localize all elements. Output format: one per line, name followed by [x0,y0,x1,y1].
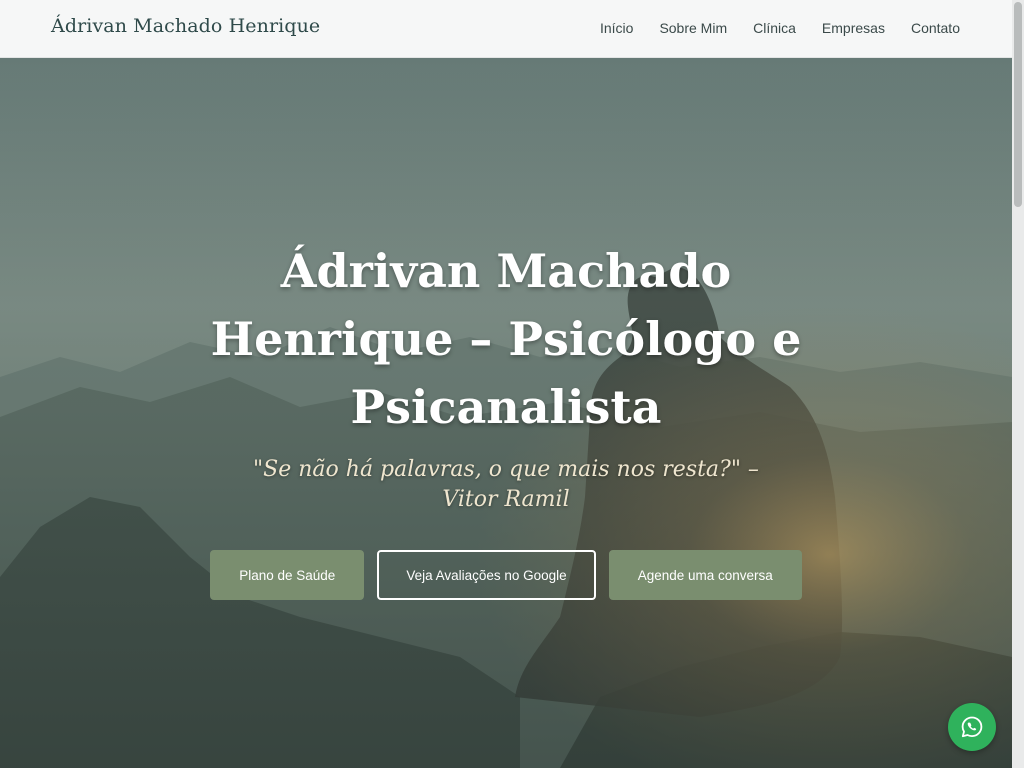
schedule-conversation-button[interactable]: Agende uma conversa [608,550,802,600]
hero-section: Ádrivan Machado Henrique – Psicólogo e P… [0,57,1012,768]
scrollbar-thumb[interactable] [1014,2,1022,207]
nav-menu: Início Sobre Mim Clínica Empresas Contat… [600,0,960,57]
hero-title: Ádrivan Machado Henrique – Psicólogo e P… [210,244,802,434]
nav-link-clinica[interactable]: Clínica [753,20,796,36]
hero-content: Ádrivan Machado Henrique – Psicólogo e P… [0,237,1012,515]
page: Ádrivan Machado Henrique Início Sobre Mi… [0,0,1024,768]
google-reviews-button[interactable]: Veja Avaliações no Google [377,550,596,600]
navbar: Ádrivan Machado Henrique Início Sobre Mi… [0,0,1012,58]
nav-link-contato[interactable]: Contato [911,20,960,36]
hero-button-group: Plano de Saúde Veja Avaliações no Google… [0,550,1012,600]
brand-link[interactable]: Ádrivan Machado Henrique [51,15,320,37]
whatsapp-icon [961,716,983,738]
nav-link-sobre-mim[interactable]: Sobre Mim [659,20,727,36]
nav-link-empresas[interactable]: Empresas [822,20,885,36]
nav-link-inicio[interactable]: Início [600,20,633,36]
plano-de-saude-button[interactable]: Plano de Saúde [210,550,365,600]
hero-quote: "Se não há palavras, o que mais nos rest… [253,457,759,512]
whatsapp-button[interactable] [948,703,996,751]
page-scrollbar[interactable] [1012,0,1024,768]
